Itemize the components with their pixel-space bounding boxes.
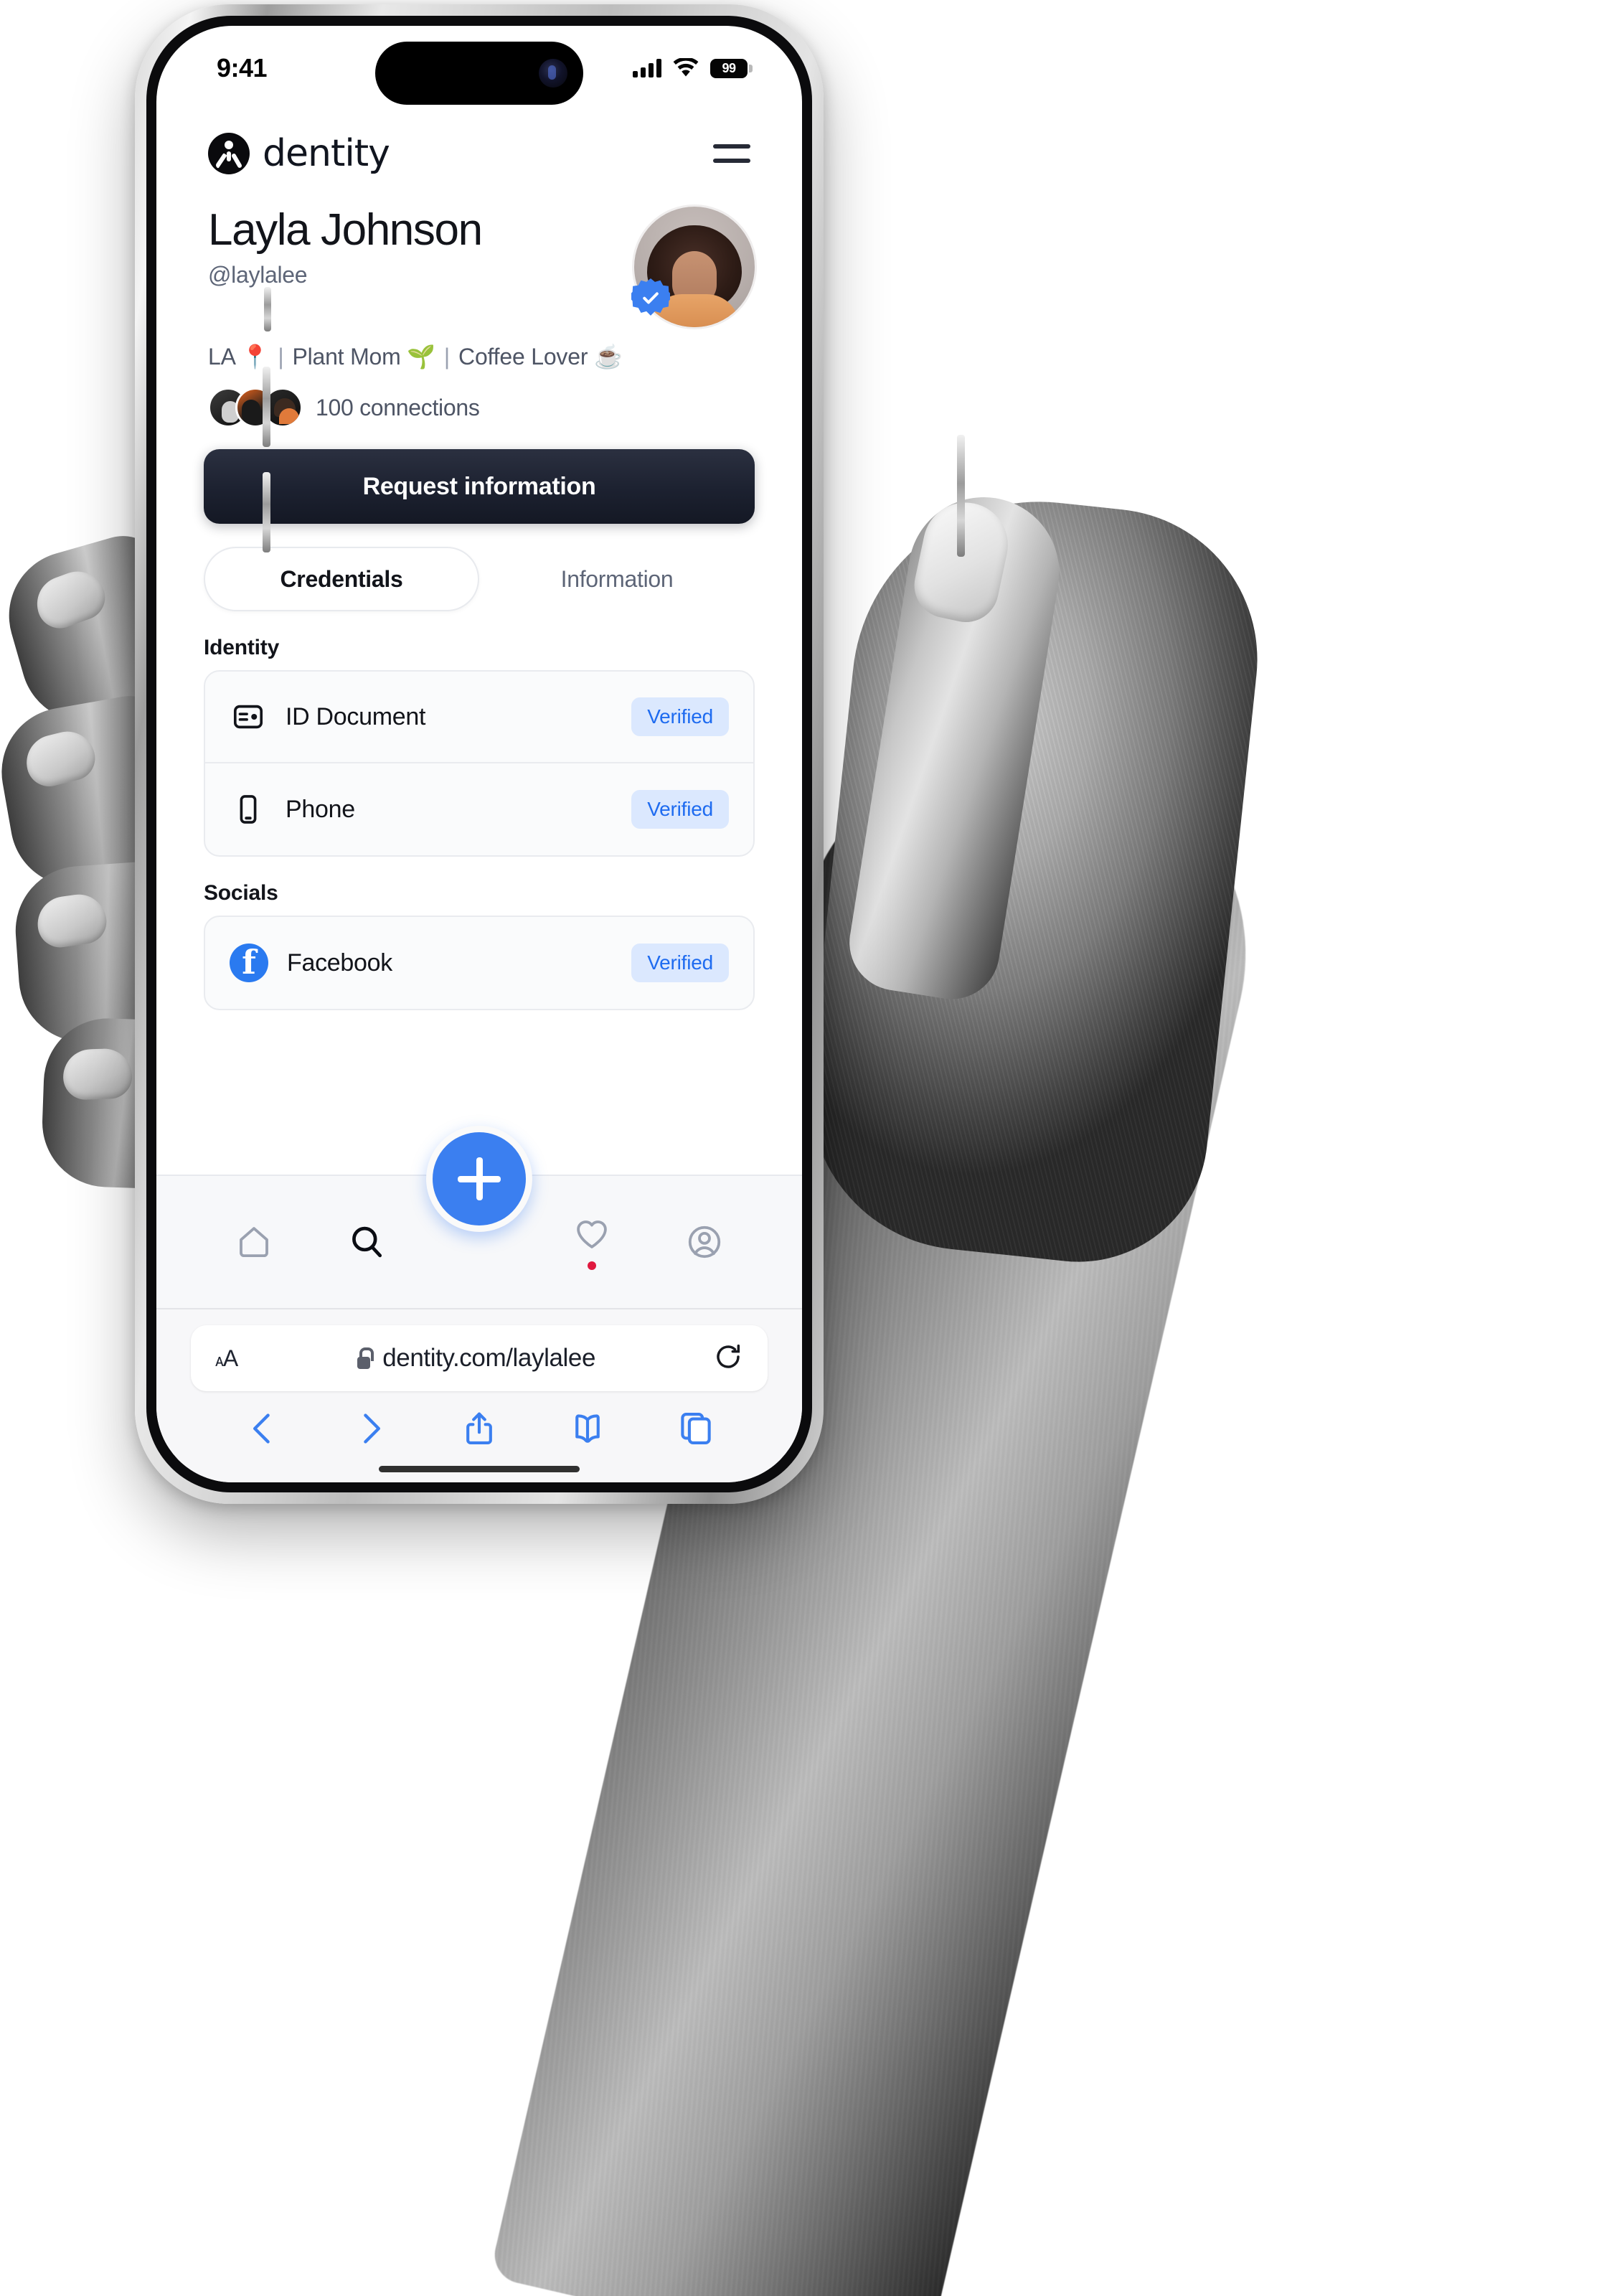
- dynamic-island: [375, 42, 583, 105]
- connections-count: 100 connections: [316, 394, 480, 420]
- fingernail-ring: [34, 890, 110, 951]
- battery-level: 99: [722, 60, 736, 75]
- tab-information[interactable]: Information: [479, 547, 755, 611]
- bookmarks-book-icon: [575, 1414, 600, 1443]
- dentity-person-mark-icon: [208, 133, 250, 174]
- notification-dot: [587, 1261, 596, 1270]
- facebook-icon: [230, 943, 268, 982]
- add-credential-fab-button[interactable]: [426, 1126, 532, 1232]
- search-icon: [352, 1226, 382, 1258]
- lock-icon: [355, 1347, 374, 1369]
- profile-icon: [688, 1225, 720, 1258]
- phone-device-icon: [230, 791, 267, 828]
- status-badge: Verified: [631, 697, 729, 736]
- thumb: [842, 486, 1070, 1007]
- power-button[interactable]: [957, 435, 965, 557]
- profile-bio: LA 📍 | Plant Mom 🌱 | Coffee Lover ☕: [156, 327, 802, 370]
- tab-home[interactable]: [198, 1223, 311, 1261]
- phone-screen: 9:41 99 dentity Layla Johnson @laylalee …: [156, 26, 802, 1482]
- volume-up-button[interactable]: [263, 367, 270, 447]
- bio-part-coffee: Coffee Lover ☕: [458, 344, 623, 370]
- id-card-icon: [230, 698, 267, 735]
- tab-search[interactable]: [311, 1223, 423, 1261]
- tab-credentials[interactable]: Credentials: [204, 547, 479, 611]
- socials-credentials-card: Facebook Verified: [204, 916, 755, 1010]
- profile-header: Layla Johnson @laylalee: [156, 175, 802, 327]
- forward-button[interactable]: [352, 1410, 390, 1451]
- connections-row[interactable]: 100 connections: [156, 370, 802, 428]
- share-button[interactable]: [461, 1410, 498, 1451]
- bio-part-location: LA 📍: [208, 344, 270, 370]
- status-bar-indicators: 99: [633, 58, 753, 78]
- forward-chevron-icon: [364, 1413, 380, 1444]
- tabs-icon: [681, 1413, 711, 1444]
- bio-separator: |: [443, 343, 451, 370]
- fingernail-middle: [20, 725, 100, 791]
- fingernail-pinky: [62, 1048, 133, 1101]
- credential-label: Facebook: [287, 949, 392, 977]
- url-display: dentity.com/laylalee: [237, 1344, 713, 1373]
- section-label-socials: Socials: [204, 881, 278, 905]
- bio-part-plantmom: Plant Mom 🌱: [292, 344, 435, 370]
- silent-switch[interactable]: [264, 287, 271, 331]
- cellular-signal-icon: [633, 59, 661, 77]
- back-chevron-icon: [253, 1413, 270, 1444]
- avatar[interactable]: [631, 207, 755, 327]
- volume-down-button[interactable]: [263, 472, 270, 552]
- profile-name: Layla Johnson: [208, 205, 483, 255]
- safari-toolbar: [191, 1391, 768, 1475]
- credential-row-phone[interactable]: Phone Verified: [205, 763, 753, 855]
- palm: [793, 483, 1273, 1275]
- text-size-button[interactable]: ᴀA: [215, 1345, 238, 1372]
- tabs-button[interactable]: [677, 1410, 715, 1451]
- home-indicator: [379, 1466, 580, 1472]
- credential-row-facebook[interactable]: Facebook Verified: [205, 917, 753, 1009]
- bio-separator: |: [278, 343, 284, 370]
- profile-identity-block: Layla Johnson @laylalee: [208, 205, 483, 288]
- profile-handle: @laylalee: [208, 262, 308, 288]
- url-text: dentity.com/laylalee: [382, 1344, 596, 1372]
- safari-url-bar[interactable]: ᴀA dentity.com/laylalee: [191, 1325, 768, 1391]
- brand-name: dentity: [263, 132, 390, 175]
- front-camera-icon: [539, 59, 567, 88]
- connection-avatars: [208, 387, 303, 428]
- credential-row-id-document[interactable]: ID Document Verified: [205, 672, 753, 763]
- status-bar-time: 9:41: [217, 53, 268, 83]
- screenshot-stage: 9:41 99 dentity Layla Johnson @laylalee …: [0, 0, 1617, 2296]
- reload-button[interactable]: [713, 1342, 743, 1375]
- credential-label: Phone: [286, 795, 355, 823]
- share-icon: [466, 1412, 492, 1444]
- bookmarks-button[interactable]: [569, 1410, 606, 1451]
- status-badge: Verified: [631, 790, 729, 829]
- request-information-button[interactable]: Request information: [204, 449, 755, 524]
- reload-icon: [717, 1344, 740, 1368]
- fingernail-index: [29, 563, 112, 635]
- heart-icon: [576, 1220, 607, 1248]
- content-tabs: Credentials Information: [204, 547, 755, 611]
- phone-bezel: 9:41 99 dentity Layla Johnson @laylalee …: [146, 16, 812, 1492]
- tab-favorites[interactable]: [535, 1214, 648, 1270]
- credential-label: ID Document: [286, 702, 426, 730]
- wifi-icon: [673, 58, 699, 77]
- section-label-identity: Identity: [204, 636, 280, 659]
- app-header: dentity: [156, 110, 802, 175]
- back-button[interactable]: [244, 1410, 281, 1451]
- brand-logo[interactable]: dentity: [208, 132, 390, 175]
- battery-icon: 99: [710, 58, 753, 78]
- home-icon: [240, 1227, 269, 1258]
- identity-credentials-card: ID Document Verified Phone Verified: [204, 670, 755, 857]
- iphone-device: 9:41 99 dentity Layla Johnson @laylalee …: [135, 4, 965, 1504]
- status-badge: Verified: [631, 944, 729, 982]
- dentity-web-app: dentity Layla Johnson @laylalee LA 📍 | P…: [156, 110, 802, 1308]
- tab-profile[interactable]: [648, 1223, 760, 1261]
- safari-browser-chrome: ᴀA dentity.com/laylalee: [156, 1308, 802, 1482]
- hamburger-menu-icon[interactable]: [713, 141, 750, 166]
